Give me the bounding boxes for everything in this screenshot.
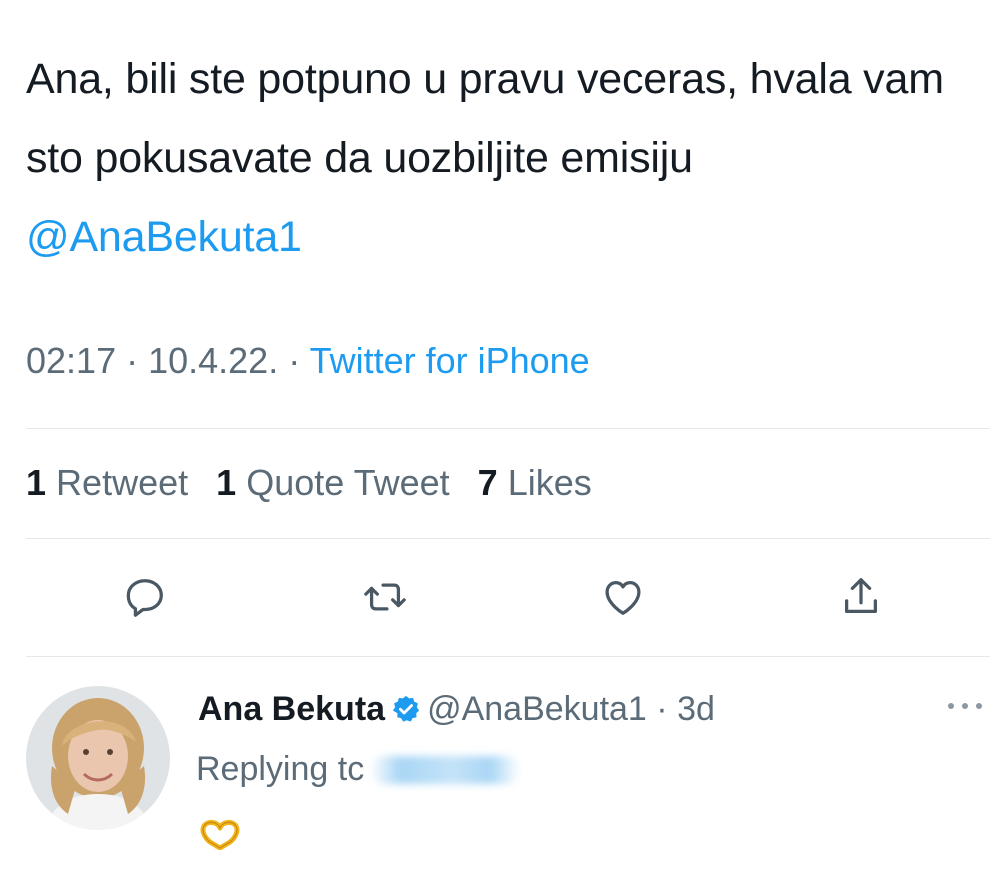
retweet-button[interactable] bbox=[360, 572, 410, 622]
likes-stat[interactable]: 7 Likes bbox=[478, 462, 592, 503]
reply-author-handle[interactable]: @AnaBekuta1 bbox=[427, 690, 647, 728]
like-icon bbox=[605, 580, 641, 615]
avatar[interactable] bbox=[26, 686, 170, 830]
tweet-date[interactable]: 10.4.22. bbox=[148, 340, 278, 381]
likes-label: Likes bbox=[507, 462, 592, 503]
divider bbox=[26, 428, 990, 429]
quotes-count: 1 bbox=[216, 462, 237, 503]
reply-author-name[interactable]: Ana Bekuta bbox=[198, 690, 385, 728]
reply-time[interactable]: 3d bbox=[677, 690, 715, 728]
reply-button[interactable] bbox=[120, 572, 170, 622]
verified-badge-icon bbox=[392, 695, 420, 722]
tweet-stats: 1 Retweet 1 Quote Tweet 7 Likes bbox=[26, 462, 610, 504]
retweets-label: Retweet bbox=[56, 462, 189, 503]
tweet-time[interactable]: 02:17 bbox=[26, 340, 116, 381]
more-options-icon[interactable] bbox=[945, 696, 985, 716]
replying-to-label: Replying tc bbox=[196, 750, 365, 788]
share-icon bbox=[844, 578, 878, 614]
tweet-body: Ana, bili ste potpuno u pravu veceras, h… bbox=[26, 55, 944, 182]
quotes-stat[interactable]: 1 Quote Tweet bbox=[216, 462, 450, 503]
quotes-label: Quote Tweet bbox=[246, 462, 450, 503]
divider bbox=[26, 538, 990, 539]
tweet-source-link[interactable]: Twitter for iPhone bbox=[310, 340, 590, 381]
redacted-handle bbox=[370, 756, 521, 784]
reply-icon bbox=[126, 579, 163, 617]
reply-time-separator: · bbox=[646, 690, 678, 728]
meta-separator: · bbox=[116, 340, 149, 381]
meta-separator: · bbox=[278, 340, 310, 381]
retweets-stat[interactable]: 1 Retweet bbox=[26, 462, 188, 503]
retweet-icon bbox=[364, 583, 406, 611]
heart-hands-emoji-icon bbox=[200, 819, 240, 850]
share-button[interactable] bbox=[836, 572, 886, 622]
reply-tweet[interactable]: Ana Bekuta @AnaBekuta1 · 3d Replying tc bbox=[0, 686, 1000, 873]
likes-count: 7 bbox=[477, 462, 498, 503]
tweet-meta: 02:17 · 10.4.22. · Twitter for iPhone bbox=[26, 340, 590, 382]
replying-to: Replying tc bbox=[196, 750, 521, 789]
tweet-mention-link[interactable]: @AnaBekuta1 bbox=[26, 213, 302, 261]
retweets-count: 1 bbox=[26, 462, 47, 503]
like-button[interactable] bbox=[598, 572, 648, 622]
reply-header: Ana Bekuta @AnaBekuta1 · 3d bbox=[198, 690, 715, 729]
divider bbox=[26, 656, 990, 657]
tweet-text: Ana, bili ste potpuno u pravu veceras, h… bbox=[26, 40, 976, 277]
tweet-actions bbox=[0, 572, 1000, 632]
